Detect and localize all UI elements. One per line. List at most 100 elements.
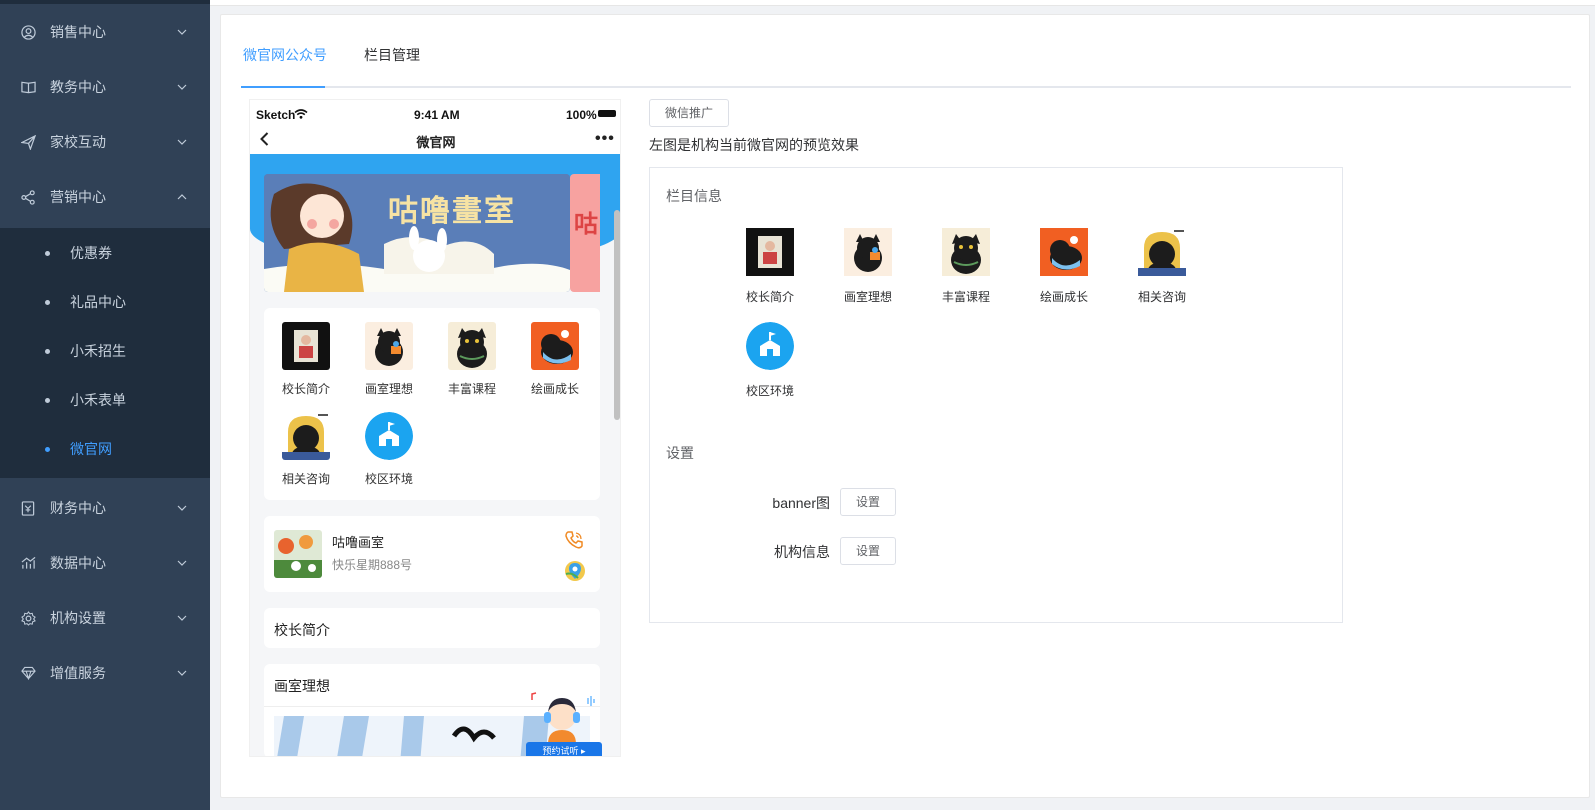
book-icon xyxy=(20,79,36,95)
principal-thumbnail xyxy=(282,322,330,370)
column-item-growth[interactable]: 绘画成长 xyxy=(1024,228,1104,305)
gear-icon xyxy=(20,610,36,626)
grid-item-consult[interactable]: 相关咨询 xyxy=(276,412,336,487)
column-item-campus[interactable]: 校区环境 xyxy=(730,322,810,399)
chevron-up-icon xyxy=(176,191,188,203)
settings-panel: 栏目信息 校长简介 画室理想 丰富课程 绘画成长 相关咨询 校区环境 设置 ba… xyxy=(649,167,1343,623)
sidebar-item-sales[interactable]: 销售中心 xyxy=(0,4,210,60)
sidebar-subitem-label: 小禾表单 xyxy=(70,392,126,408)
sidebar-subitem-gifts[interactable]: 礼品中心 xyxy=(0,277,210,327)
location-icon[interactable] xyxy=(564,560,586,585)
grid-item-principal[interactable]: 校长简介 xyxy=(276,322,336,397)
sidebar: 销售中心 教务中心 家校互动 营销中心 优惠券 礼品中心 小禾招生 小禾表单 微… xyxy=(0,0,210,810)
principal-thumbnail xyxy=(746,228,794,276)
trial-booking-text: 预约试听 xyxy=(542,746,579,756)
org-info-setting-button[interactable]: 设置 xyxy=(840,537,896,565)
bullet-icon xyxy=(45,446,50,452)
bullet-icon xyxy=(45,250,50,256)
sidebar-item-value-added[interactable]: 增值服务 xyxy=(0,645,210,701)
grid-item-label: 校区环境 xyxy=(364,472,413,486)
column-item-ideal[interactable]: 画室理想 xyxy=(828,228,908,305)
org-thumbnail xyxy=(274,530,322,578)
chevron-down-icon xyxy=(176,667,188,679)
phone-scrollbar[interactable] xyxy=(614,210,620,420)
battery-percent: 100% xyxy=(566,108,597,122)
banner-image: 咕噜畫室 xyxy=(264,174,570,292)
sidebar-item-academic[interactable]: 教务中心 xyxy=(0,59,210,115)
column-item-label: 画室理想 xyxy=(843,290,892,304)
sidebar-item-label: 销售中心 xyxy=(50,24,106,40)
sidebar-item-label: 数据中心 xyxy=(50,555,106,571)
grid-item-label: 相关咨询 xyxy=(281,472,330,486)
school-icon xyxy=(365,412,413,460)
ideal-thumbnail xyxy=(365,322,413,370)
wechat-promo-button[interactable]: 微信推广 xyxy=(649,99,729,127)
phone-body: 咕噜畫室 咕 校长简介 画室理想 丰富课程 绘画成长 相关咨询 校区环境 咕噜画… xyxy=(250,154,620,756)
column-item-label: 丰富课程 xyxy=(941,290,990,304)
sidebar-subitem-enrollment[interactable]: 小禾招生 xyxy=(0,326,210,376)
grid-item-label: 画室理想 xyxy=(364,382,413,396)
grid-item-campus[interactable]: 校区环境 xyxy=(359,412,419,487)
sidebar-item-finance[interactable]: 财务中心 xyxy=(0,480,210,536)
settings-section-title: 设置 xyxy=(666,445,694,461)
growth-thumbnail xyxy=(531,322,579,370)
main-card: 微官网公众号 栏目管理 Sketch 9:41 AM 100% 微官网 ••• xyxy=(220,14,1590,798)
sidebar-item-org-settings[interactable]: 机构设置 xyxy=(0,590,210,646)
tab-micro-site-account[interactable]: 微官网公众号 xyxy=(243,43,327,88)
trial-booking-button[interactable]: 预约试听 ▸ xyxy=(526,690,602,756)
chart-icon xyxy=(20,555,36,571)
banner-setting-label: banner图 xyxy=(772,495,830,511)
sidebar-subitem-label: 微官网 xyxy=(70,441,112,457)
sidebar-subitem-forms[interactable]: 小禾表单 xyxy=(0,375,210,425)
chevron-down-icon xyxy=(176,26,188,38)
column-grid-card: 校长简介 画室理想 丰富课程 绘画成长 相关咨询 校区环境 xyxy=(264,308,600,500)
school-icon xyxy=(746,322,794,370)
banner-setting-button[interactable]: 设置 xyxy=(840,488,896,516)
courses-thumbnail xyxy=(942,228,990,276)
grid-item-growth[interactable]: 绘画成长 xyxy=(525,322,585,397)
sidebar-item-home-school[interactable]: 家校互动 xyxy=(0,114,210,170)
column-item-principal[interactable]: 校长简介 xyxy=(730,228,810,305)
sidebar-subitem-label: 优惠券 xyxy=(70,245,112,261)
section-title: 画室理想 xyxy=(274,678,330,694)
org-address: 快乐星期888号 xyxy=(332,558,413,572)
status-time: 9:41 AM xyxy=(414,108,460,122)
grid-item-label: 校长简介 xyxy=(281,382,330,396)
tab-column-management[interactable]: 栏目管理 xyxy=(364,43,420,88)
phone-preview: Sketch 9:41 AM 100% 微官网 ••• 咕噜畫室 咕 校长简介 … xyxy=(249,99,621,757)
bullet-icon xyxy=(45,397,50,403)
columns-section-title: 栏目信息 xyxy=(666,188,722,204)
principal-section: 校长简介 xyxy=(264,608,600,648)
more-dots-icon[interactable]: ••• xyxy=(595,131,615,147)
column-item-consult[interactable]: 相关咨询 xyxy=(1122,228,1202,305)
section-title: 校长简介 xyxy=(274,622,330,638)
top-bar xyxy=(210,0,1595,6)
sidebar-subitem-label: 小禾招生 xyxy=(70,343,126,359)
sidebar-item-label: 营销中心 xyxy=(50,189,106,205)
phone-nav-bar: 微官网 ••• xyxy=(250,124,620,154)
ideal-thumbnail xyxy=(844,228,892,276)
carrier-label: Sketch xyxy=(256,108,296,122)
wifi-icon xyxy=(294,108,308,122)
sidebar-item-marketing[interactable]: 营销中心 xyxy=(0,169,210,225)
sidebar-item-label: 财务中心 xyxy=(50,500,106,516)
phone-call-icon[interactable] xyxy=(564,530,584,553)
org-info-card: 咕噜画室 快乐星期888号 xyxy=(264,516,600,592)
bullet-icon xyxy=(45,348,50,354)
grid-item-courses[interactable]: 丰富课程 xyxy=(442,322,502,397)
column-item-courses[interactable]: 丰富课程 xyxy=(926,228,1006,305)
banner-next-slide: 咕 xyxy=(570,174,600,292)
growth-thumbnail xyxy=(1040,228,1088,276)
share-icon xyxy=(20,189,36,205)
sidebar-subitem-coupons[interactable]: 优惠券 xyxy=(0,228,210,278)
column-item-label: 相关咨询 xyxy=(1137,290,1186,304)
trial-booking-label: 预约试听 ▸ xyxy=(526,742,602,756)
sidebar-item-data[interactable]: 数据中心 xyxy=(0,535,210,591)
chevron-down-icon xyxy=(176,136,188,148)
grid-item-ideal[interactable]: 画室理想 xyxy=(359,322,419,397)
chevron-down-icon xyxy=(176,81,188,93)
courses-thumbnail xyxy=(448,322,496,370)
tab-bar: 微官网公众号 栏目管理 xyxy=(241,43,1571,88)
sidebar-subitem-micro-site[interactable]: 微官网 xyxy=(0,424,210,474)
sidebar-item-label: 家校互动 xyxy=(50,134,106,150)
